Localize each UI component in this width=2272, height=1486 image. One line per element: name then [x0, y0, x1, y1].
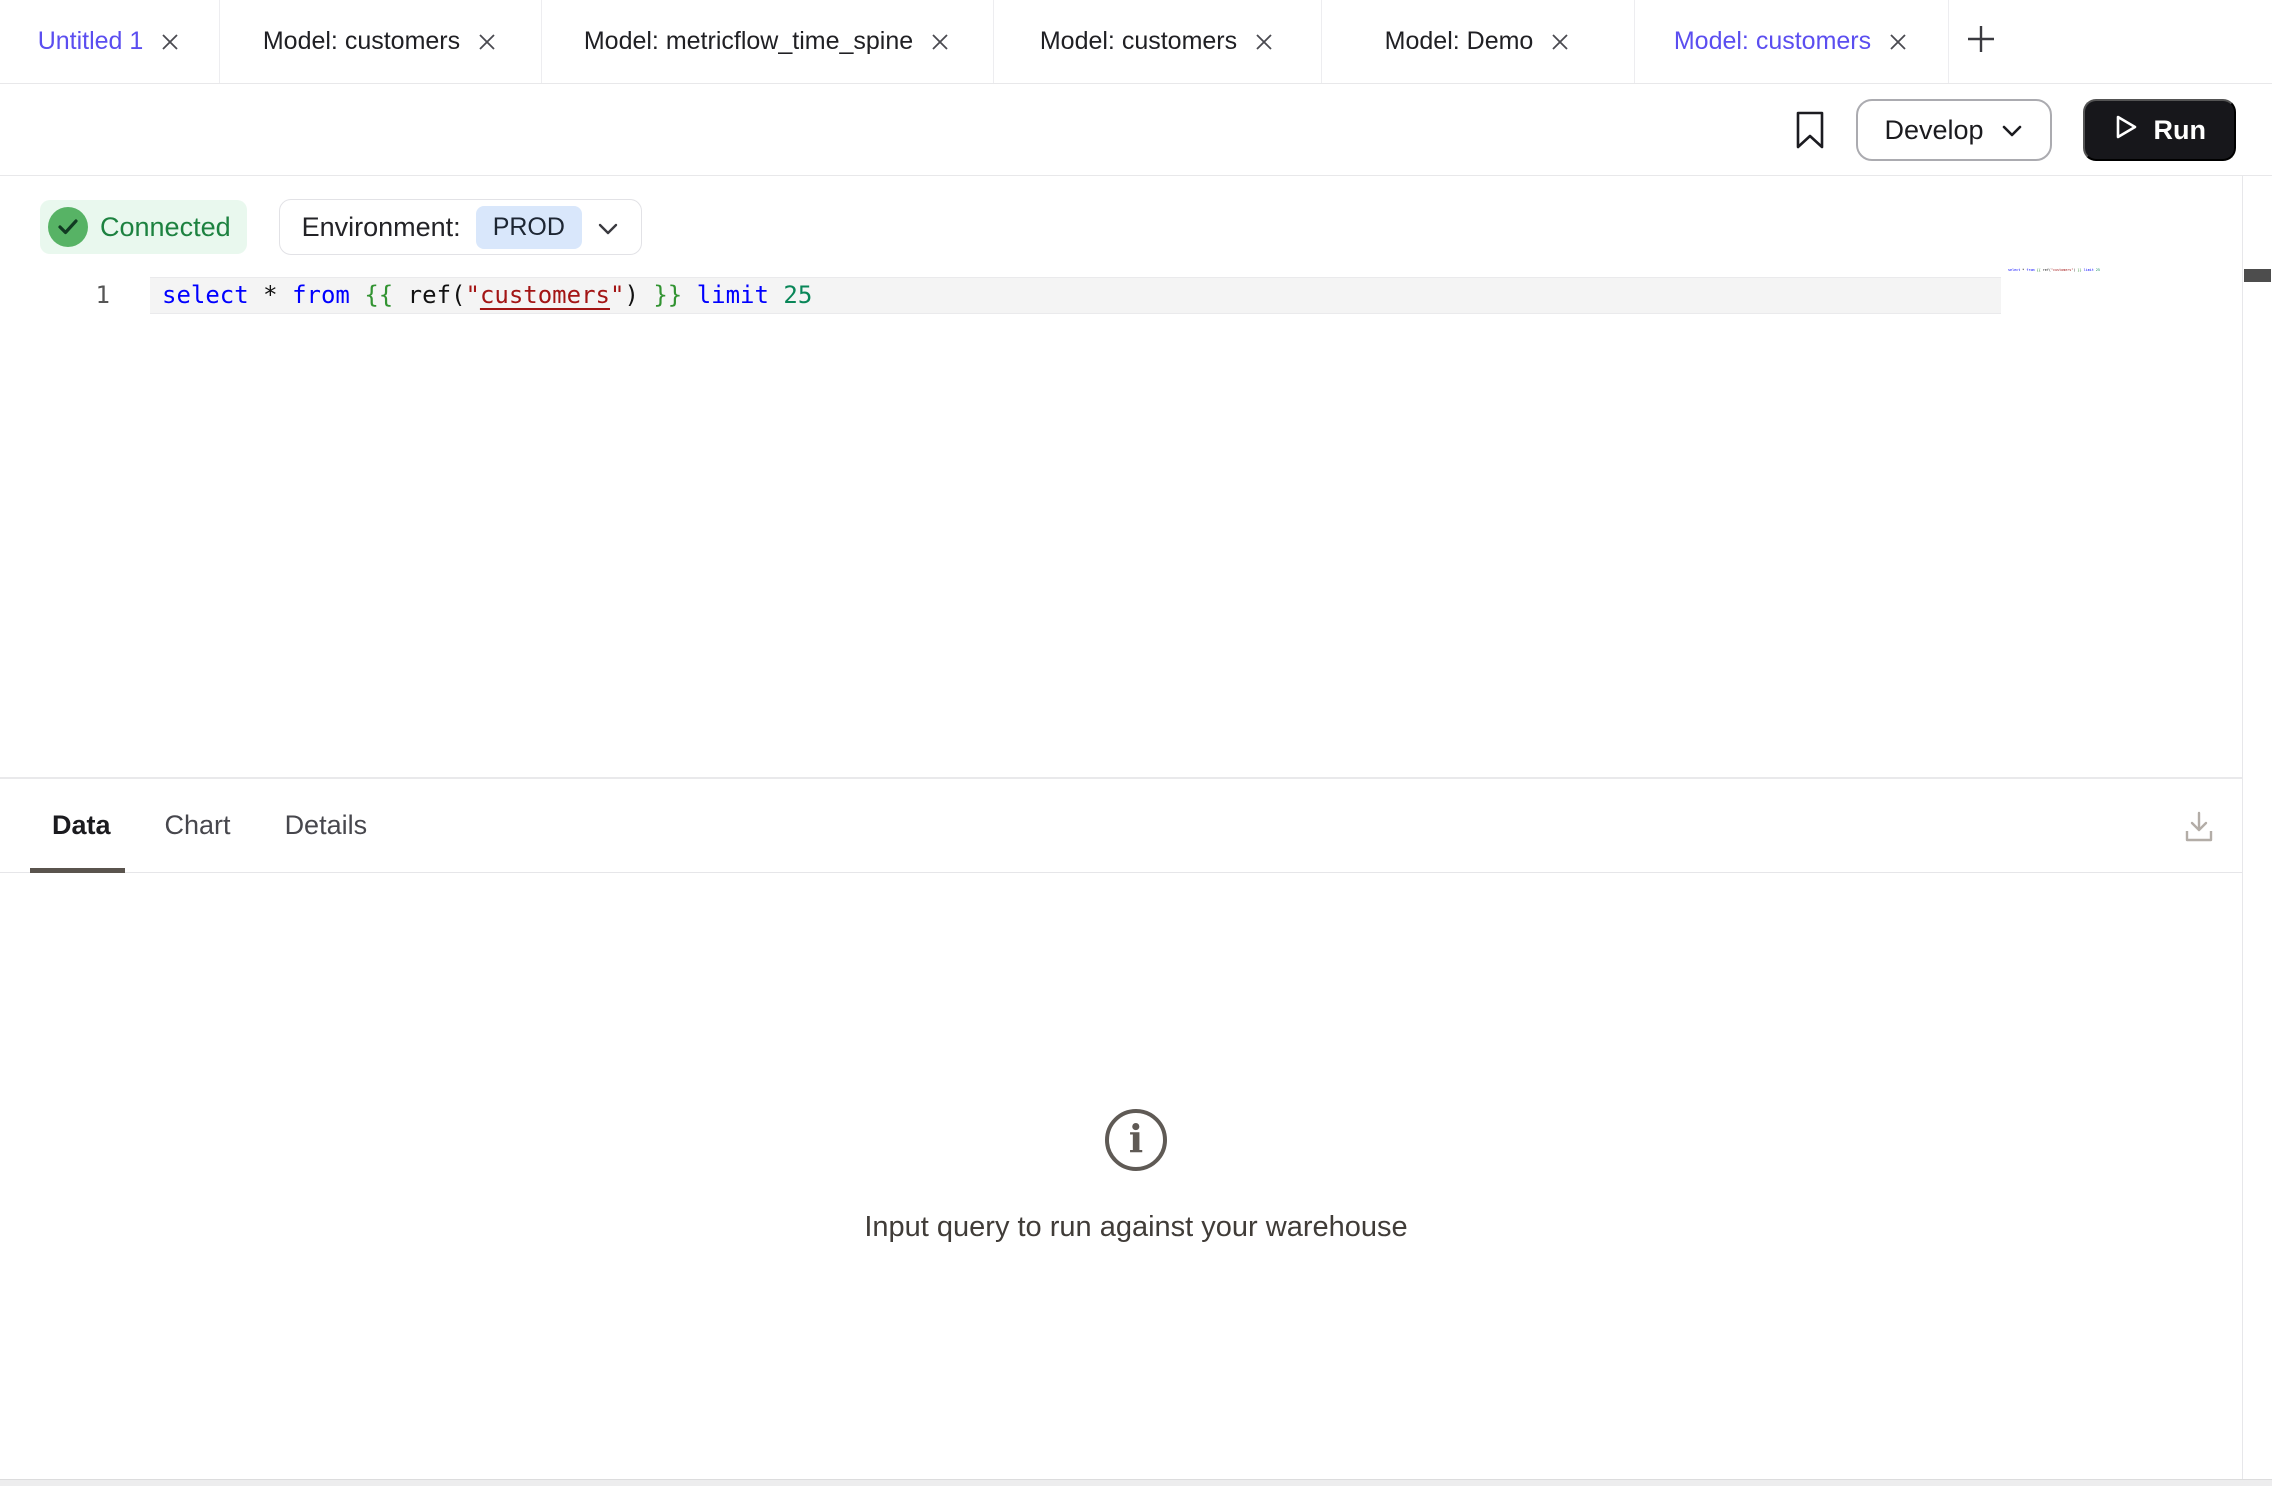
- code-text[interactable]: select * from {{ ref("customers") }} lim…: [162, 277, 812, 314]
- code-token: [682, 281, 696, 309]
- tab-chart[interactable]: Chart: [165, 810, 231, 841]
- toolbar: Develop Run: [0, 85, 2272, 176]
- close-icon[interactable]: [159, 31, 181, 53]
- window-bottom-edge: [0, 1479, 2272, 1486]
- code-token: *: [263, 281, 277, 309]
- tab-model-customers-2[interactable]: Model: customers: [994, 0, 1322, 83]
- close-icon[interactable]: [476, 31, 498, 53]
- tab-label: Model: metricflow_time_spine: [584, 27, 913, 56]
- status-row: Connected Environment: PROD: [40, 199, 642, 255]
- right-rail-divider: [2242, 176, 2243, 1479]
- results-panel-tabs: Data Chart Details: [52, 779, 367, 872]
- empty-state-message: Input query to run against your warehous…: [864, 1211, 1407, 1244]
- code-token: [249, 281, 263, 309]
- code-token: ): [624, 281, 638, 309]
- code-token: [393, 281, 407, 309]
- tab-label: Model: customers: [263, 27, 460, 56]
- tab-label: Model: Demo: [1385, 27, 1534, 56]
- code-token: limit: [697, 281, 769, 309]
- run-button[interactable]: Run: [2083, 99, 2236, 161]
- code-token: [769, 281, 783, 309]
- empty-state: i Input query to run against your wareho…: [0, 1109, 2272, 1244]
- active-tab-underline: [30, 868, 125, 873]
- ide-window: Untitled 1 Model: customers Model: metri…: [0, 0, 2272, 1486]
- tab-label: Untitled 1: [38, 27, 144, 56]
- editor-minimap[interactable]: select * from {{ ref("customers") }} lim…: [2008, 267, 2100, 273]
- tab-model-demo[interactable]: Model: Demo: [1322, 0, 1635, 83]
- connected-label: Connected: [100, 212, 231, 243]
- download-icon[interactable]: [2182, 809, 2216, 850]
- tab-details[interactable]: Details: [285, 810, 368, 841]
- bookmark-icon[interactable]: [1795, 110, 1825, 150]
- environment-selector[interactable]: Environment: PROD: [279, 199, 642, 255]
- code-token: ": [465, 281, 479, 309]
- code-token-ref-link[interactable]: customers: [480, 281, 610, 309]
- tab-label: Model: customers: [1674, 27, 1871, 56]
- close-icon[interactable]: [1549, 31, 1571, 53]
- info-icon: i: [1105, 1109, 1167, 1171]
- code-token: 25: [783, 281, 812, 309]
- code-token: from: [292, 281, 350, 309]
- chevron-down-icon: [2000, 115, 2024, 146]
- code-token: [639, 281, 653, 309]
- play-icon: [2113, 113, 2139, 148]
- code-token: [278, 281, 292, 309]
- plus-icon: [1963, 21, 1999, 62]
- tab-bar: Untitled 1 Model: customers Model: metri…: [0, 0, 2272, 84]
- close-icon[interactable]: [1887, 31, 1909, 53]
- environment-label: Environment:: [302, 212, 461, 243]
- run-label: Run: [2154, 115, 2206, 146]
- results-panel-header: Data Chart Details: [0, 777, 2242, 873]
- code-token: ref: [408, 281, 451, 309]
- environment-value-badge: PROD: [476, 206, 582, 249]
- tab-model-customers-3[interactable]: Model: customers: [1635, 0, 1949, 83]
- tab-data[interactable]: Data: [52, 810, 111, 841]
- line-number: 1: [0, 277, 110, 314]
- code-token: (: [451, 281, 465, 309]
- code-token: select: [162, 281, 249, 309]
- develop-label: Develop: [1884, 115, 1983, 146]
- develop-button[interactable]: Develop: [1856, 99, 2051, 161]
- chevron-down-icon: [597, 212, 619, 243]
- info-icon-glyph: i: [1129, 1120, 1143, 1158]
- close-icon[interactable]: [1253, 31, 1275, 53]
- scrollbar-thumb[interactable]: [2244, 269, 2271, 282]
- code-token: [350, 281, 364, 309]
- code-token: {{: [364, 281, 393, 309]
- close-icon[interactable]: [929, 31, 951, 53]
- tab-untitled-1[interactable]: Untitled 1: [0, 0, 220, 83]
- check-circle-icon: [48, 207, 88, 247]
- connected-badge: Connected: [40, 200, 247, 254]
- new-tab-button[interactable]: [1949, 0, 2013, 83]
- code-token: }}: [653, 281, 682, 309]
- tab-model-customers-1[interactable]: Model: customers: [220, 0, 542, 83]
- tab-label: Model: customers: [1040, 27, 1237, 56]
- code-token: ": [610, 281, 624, 309]
- tab-model-metricflow-time-spine[interactable]: Model: metricflow_time_spine: [542, 0, 994, 83]
- code-editor[interactable]: 1 select * from {{ ref("customers") }} l…: [0, 277, 2242, 314]
